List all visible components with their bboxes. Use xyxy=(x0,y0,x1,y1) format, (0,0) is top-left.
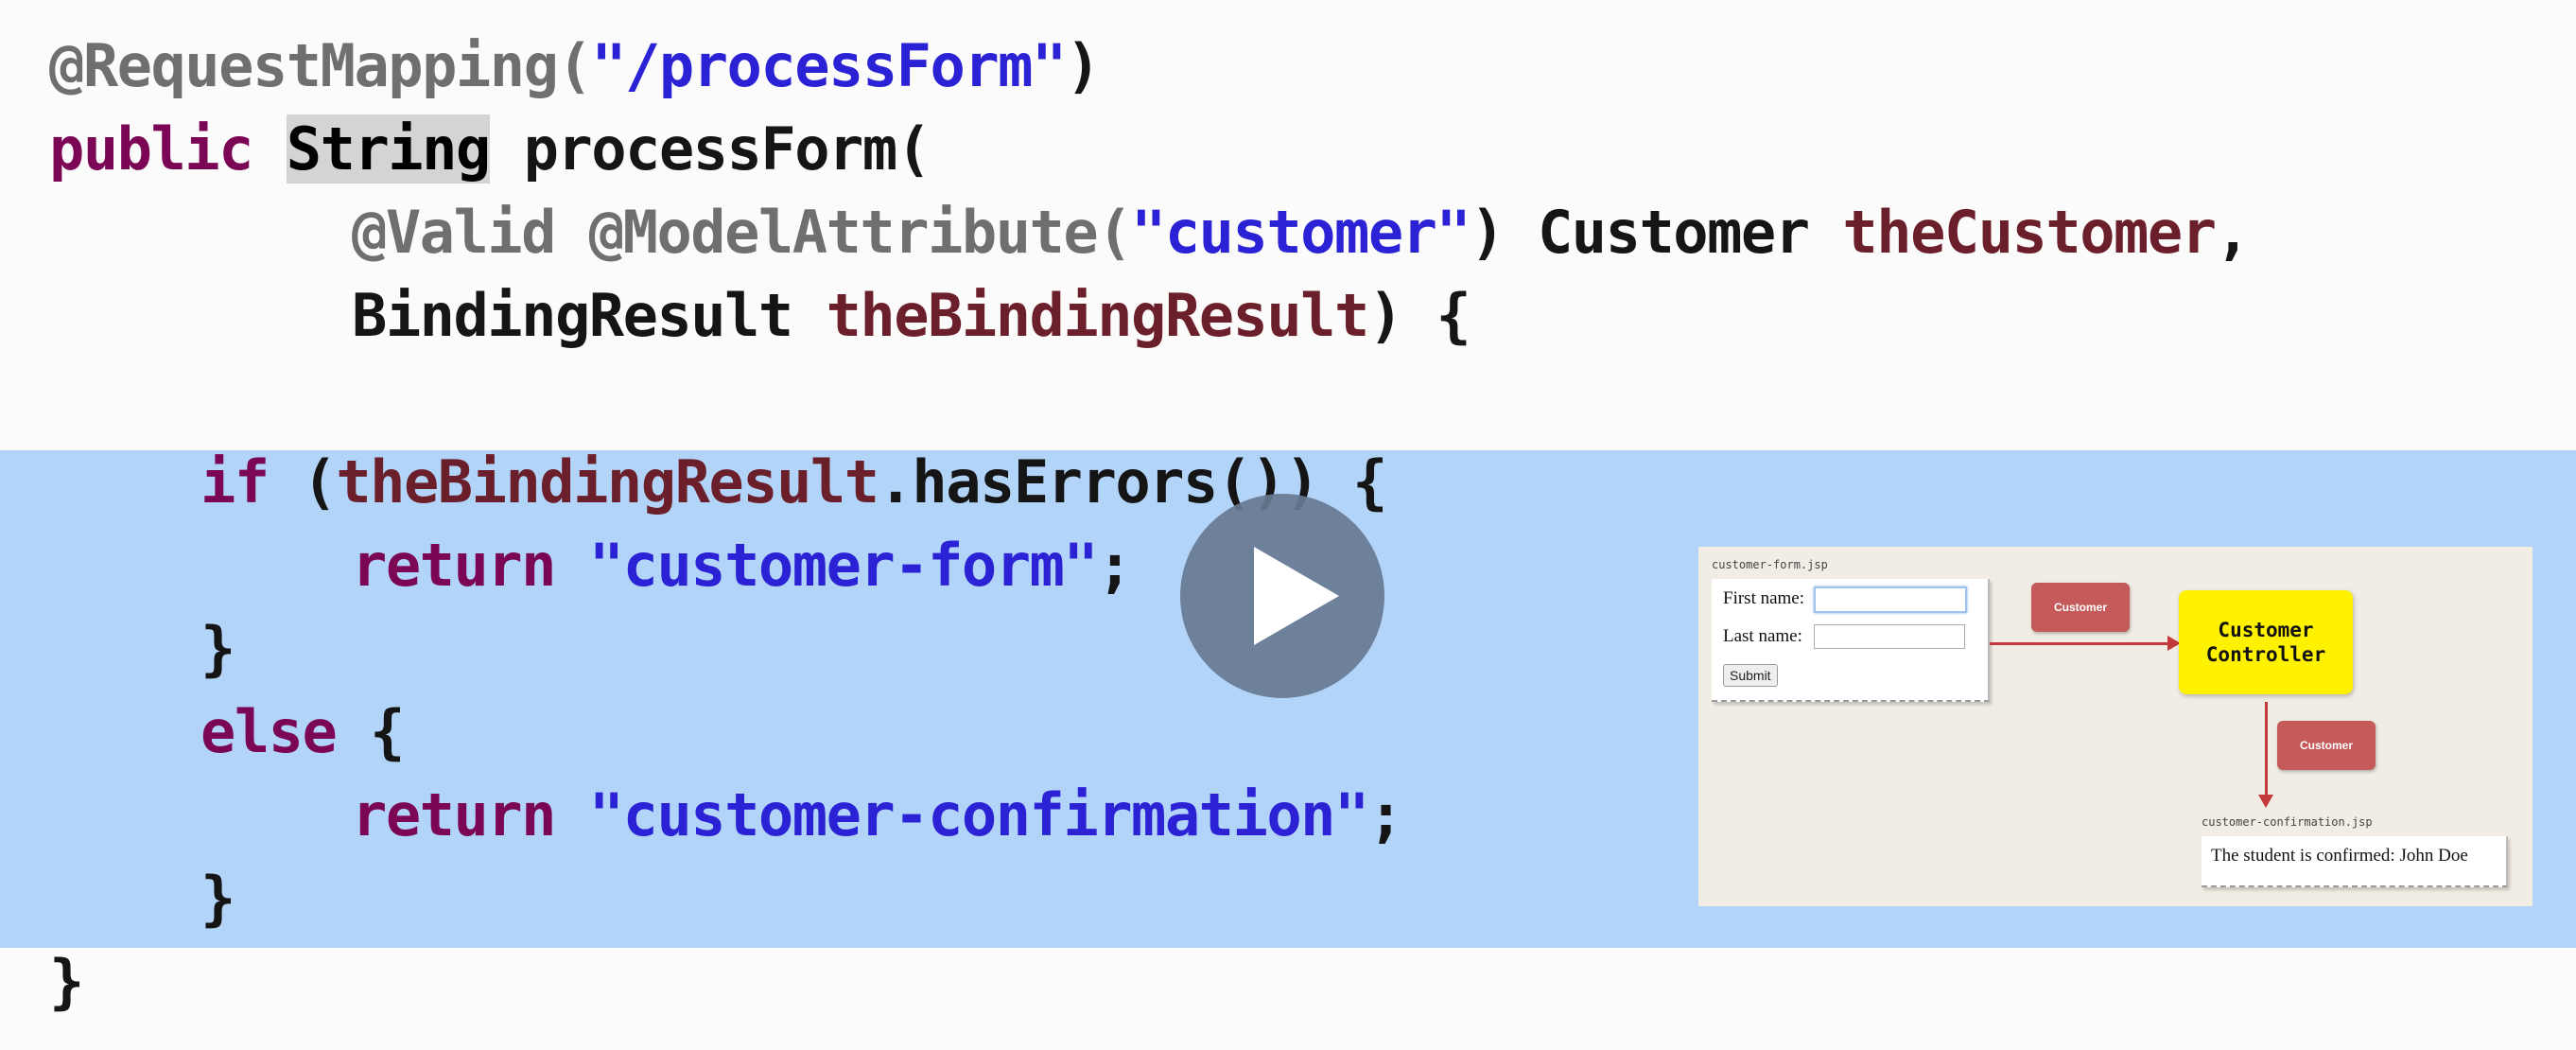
code-token: ) xyxy=(1065,31,1101,100)
controller-title-line-2: Controller xyxy=(2205,643,2326,666)
code-token: } xyxy=(200,864,235,933)
code-token: "customer-confirmation" xyxy=(588,780,1370,849)
code-line: @Valid @ModelAttribute("customer") Custo… xyxy=(352,191,2251,274)
code-token: @RequestMapping( xyxy=(49,31,593,100)
code-token: } xyxy=(200,614,235,683)
code-token: ) { xyxy=(1367,281,1471,350)
code-token: if xyxy=(200,447,270,516)
code-line: return "customer-confirmation"; xyxy=(352,774,1403,857)
code-token: return xyxy=(352,531,556,600)
arrow-to-controller xyxy=(1990,642,2171,645)
arrow-to-confirmation xyxy=(2265,702,2268,796)
code-token: { xyxy=(336,697,405,766)
code-token: ( xyxy=(268,447,337,516)
code-token: processForm( xyxy=(489,114,931,184)
code-token: , xyxy=(2215,198,2251,267)
code-token: "customer-form" xyxy=(588,531,1099,600)
play-button[interactable] xyxy=(1180,494,1384,698)
code-token: String xyxy=(286,114,491,184)
form-file-caption: customer-form.jsp xyxy=(1712,558,1828,571)
confirmation-text: The student is confirmed: John Doe xyxy=(2211,846,2468,866)
code-token: "customer" xyxy=(1131,198,1471,267)
code-line: BindingResult theBindingResult) { xyxy=(352,274,1471,358)
code-line: else { xyxy=(200,691,405,774)
diagram-thumbnail: customer-form.jsp First name: Last name:… xyxy=(1698,547,2532,906)
code-token: ; xyxy=(1097,531,1132,600)
code-token: "/processForm" xyxy=(591,31,1067,100)
code-token: } xyxy=(49,947,84,1016)
video-frame: @RequestMapping("/processForm") public St… xyxy=(0,0,2576,1050)
code-token: BindingResult xyxy=(352,281,827,350)
code-token: theBindingResult xyxy=(336,447,879,516)
code-token: theCustomer xyxy=(1842,198,2217,267)
confirmation-preview: The student is confirmed: John Doe xyxy=(2202,836,2508,887)
customer-model-chip: Customer xyxy=(2277,721,2376,770)
customer-model-chip: Customer xyxy=(2031,583,2130,632)
controller-title-line-1: Customer xyxy=(2218,619,2314,641)
code-line: } xyxy=(49,940,84,1024)
form-preview: First name: Last name: Submit xyxy=(1712,579,1990,702)
arrow-head xyxy=(2258,795,2273,808)
code-token: ; xyxy=(1367,780,1403,849)
last-name-label: Last name: xyxy=(1723,626,1802,646)
code-token: theBindingResult xyxy=(826,281,1370,350)
code-token: else xyxy=(200,697,338,766)
code-token: public xyxy=(49,114,253,184)
code-token: @Valid @ModelAttribute( xyxy=(352,198,1133,267)
code-line: } xyxy=(200,857,235,940)
code-line: @RequestMapping("/processForm") xyxy=(49,25,1101,108)
code-line: public String processForm( xyxy=(49,108,931,191)
code-line: if (theBindingResult.hasErrors()) { xyxy=(200,441,1387,524)
code-line: } xyxy=(200,607,235,691)
code-token: return xyxy=(352,780,556,849)
code-line: return "customer-form"; xyxy=(352,524,1133,607)
first-name-label: First name: xyxy=(1723,588,1805,608)
code-token: ) Customer xyxy=(1470,198,1843,267)
last-name-field xyxy=(1814,624,1965,649)
play-icon xyxy=(1254,547,1339,645)
submit-button: Submit xyxy=(1723,664,1778,687)
confirm-file-caption: customer-confirmation.jsp xyxy=(2202,815,2373,829)
first-name-field xyxy=(1814,586,1967,613)
controller-box: Customer Controller xyxy=(2179,590,2353,694)
